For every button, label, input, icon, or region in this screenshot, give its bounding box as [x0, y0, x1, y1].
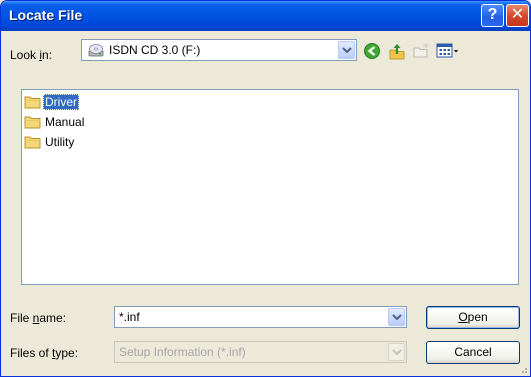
resize-grip-icon[interactable]: [518, 364, 528, 374]
cd-drive-icon: [87, 42, 105, 58]
chevron-down-icon: [392, 314, 402, 321]
views-menu-button[interactable]: [434, 41, 460, 61]
views-menu-icon: [436, 43, 458, 58]
file-name-dropdown-button[interactable]: [388, 308, 405, 326]
folder-icon: [24, 96, 41, 109]
close-icon: ✕: [510, 6, 525, 23]
file-list[interactable]: Driver Manual Utility: [21, 89, 519, 285]
list-item-label: Manual: [45, 115, 85, 129]
file-type-value: Setup Information (*.inf): [119, 345, 246, 359]
file-type-dropdown[interactable]: Setup Information (*.inf): [114, 341, 407, 363]
folder-icon: [24, 116, 41, 129]
help-button[interactable]: ?: [481, 4, 504, 27]
list-item-label: Driver: [43, 94, 79, 110]
file-type-dropdown-button[interactable]: [388, 343, 405, 361]
up-one-level-icon: [389, 44, 405, 60]
locate-file-dialog: Locate File ? ✕ Look in: ISDN CD 3.0 (F:…: [0, 0, 531, 377]
cancel-button[interactable]: Cancel: [426, 341, 520, 364]
new-folder-icon: [413, 43, 429, 58]
file-type-label: Files of type:: [10, 346, 79, 360]
file-name-field[interactable]: *.inf: [114, 306, 407, 328]
back-arrow-icon: [364, 43, 380, 59]
new-folder-button[interactable]: [410, 41, 432, 61]
back-button[interactable]: [361, 41, 383, 61]
look-in-dropdown-button[interactable]: [338, 41, 355, 59]
chevron-down-icon: [392, 349, 402, 356]
list-item-label: Utility: [45, 135, 75, 149]
look-in-dropdown[interactable]: ISDN CD 3.0 (F:): [81, 39, 357, 61]
file-name-label: File name:: [10, 311, 67, 325]
look-in-label: Look in:: [10, 48, 53, 62]
title-bar[interactable]: Locate File ? ✕: [1, 1, 530, 31]
help-icon: ?: [487, 6, 498, 23]
look-in-value: ISDN CD 3.0 (F:): [109, 43, 201, 57]
file-name-value: *.inf: [119, 310, 140, 324]
window-title: Locate File: [9, 7, 83, 23]
up-one-level-button[interactable]: [386, 41, 408, 61]
folder-icon: [24, 136, 41, 149]
open-button[interactable]: Open: [426, 306, 520, 329]
chevron-down-icon: [342, 47, 352, 54]
close-button[interactable]: ✕: [506, 4, 529, 27]
